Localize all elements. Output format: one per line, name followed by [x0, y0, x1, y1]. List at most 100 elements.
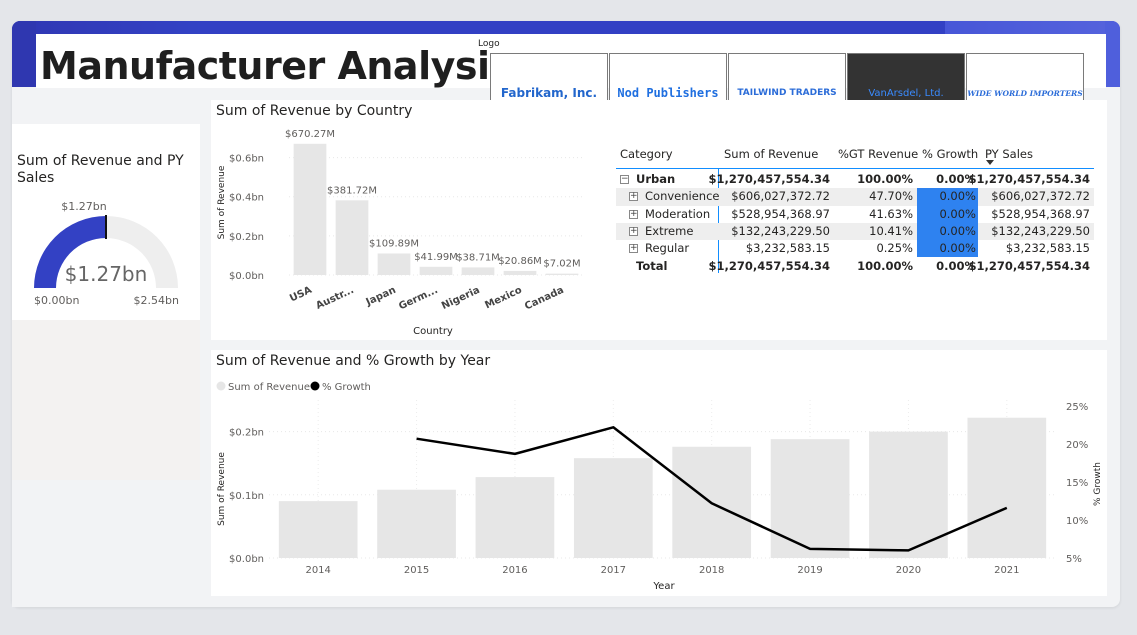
matrix-header-0[interactable]: Category [620, 147, 673, 161]
country-bar[interactable] [503, 270, 537, 275]
data-label: $7.02M [543, 259, 580, 270]
matrix-cell: 0.25% [876, 241, 913, 256]
matrix-header-1[interactable]: Sum of Revenue [724, 147, 818, 161]
legend-revenue-marker [216, 381, 226, 391]
legend-revenue-label[interactable]: Sum of Revenue [228, 382, 310, 393]
expand-icon[interactable]: + [629, 192, 638, 202]
y-tick-label: $0.0bn [229, 554, 264, 565]
country-bar[interactable] [461, 267, 495, 275]
legend-growth-marker [310, 381, 320, 391]
x-axis-title: Country [413, 326, 453, 337]
data-label: $109.89M [369, 238, 419, 249]
year-bar[interactable] [278, 501, 358, 558]
matrix-cell: 0.00% [939, 223, 976, 238]
country-bar[interactable] [293, 143, 327, 275]
header-accent-right [1105, 21, 1120, 87]
matrix-cell: $606,027,372.72 [991, 189, 1090, 204]
header-divider [616, 168, 1094, 169]
year-bar[interactable] [377, 489, 456, 558]
y-tick-label: $0.2bn [229, 232, 264, 243]
matrix-cell: $3,232,583.15 [1005, 241, 1090, 256]
year-bar[interactable] [770, 439, 850, 558]
x-tick-label: Canada [523, 285, 566, 313]
y2-axis-title: % Growth [1093, 462, 1103, 506]
matrix-cell: $606,027,372.72 [731, 189, 830, 204]
expand-icon[interactable]: + [629, 226, 638, 236]
logo-slicer-label: Logo [478, 39, 500, 49]
x-tick-label: 2020 [896, 565, 921, 576]
expand-icon[interactable]: − [620, 175, 629, 184]
matrix-total-cell: $1,270,457,554.34 [968, 258, 1091, 273]
expand-icon[interactable]: + [629, 209, 638, 219]
country-bar[interactable] [377, 253, 411, 275]
matrix-header-4[interactable]: PY Sales [985, 147, 1033, 161]
matrix-total-cell: 100.00% [857, 258, 913, 273]
y2-tick-label: 25% [1066, 402, 1088, 413]
x-tick-label: Germ... [397, 285, 439, 313]
data-label: $41.99M [414, 252, 458, 263]
gauge-target-label: $1.27bn [61, 200, 106, 213]
data-label: $38.71M [456, 252, 500, 263]
matrix-row-label: Convenience [645, 189, 720, 204]
country-bar[interactable] [335, 200, 369, 275]
x-tick-label: 2014 [305, 565, 330, 576]
gauge-title: Sum of Revenue and PY Sales [17, 153, 184, 187]
gauge-title-line1: Sum of Revenue and PY [17, 153, 184, 169]
matrix-cell: 41.63% [869, 206, 913, 221]
x-tick-label: Nigeria [440, 285, 482, 312]
x-tick-label: 2017 [601, 565, 626, 576]
country-bar[interactable] [419, 266, 453, 275]
year-combo-chart: Sum of Revenue % Growth $0.0bn $0.1bn $0.2bn… [216, 381, 1103, 592]
matrix-total-label: Total [636, 258, 668, 273]
matrix-header-3[interactable]: % Growth [922, 147, 978, 161]
logo-text: TAILWIND TRADERS [737, 88, 837, 98]
matrix-cell: 10.41% [869, 223, 913, 238]
year-chart-title: Sum of Revenue and % Growth by Year [216, 353, 491, 369]
gauge-chart: $1.27bn $1.27bn $0.00bn $2.54bn [34, 200, 179, 307]
sort-down-icon[interactable] [986, 160, 994, 165]
matrix-cell: $132,243,229.50 [731, 223, 830, 238]
logo-text: Nod Publishers [617, 86, 719, 100]
matrix-cell: $3,232,583.15 [745, 241, 830, 256]
data-label: $381.72M [327, 185, 377, 196]
x-tick-label: 2018 [699, 565, 724, 576]
x-tick-label: USA [288, 285, 314, 305]
matrix-cell: 0.00% [939, 206, 976, 221]
y-axis-title: Sum of Revenue [217, 452, 227, 526]
x-tick-label: Austr... [314, 285, 355, 312]
x-tick-label: 2019 [797, 565, 822, 576]
y-tick-label: $0.0bn [229, 271, 264, 282]
matrix-row-label: Extreme [645, 223, 694, 238]
year-bar[interactable] [475, 477, 555, 558]
matrix-cell: 0.00% [939, 241, 976, 256]
x-tick-label: Mexico [483, 285, 523, 312]
gauge-max-label: $2.54bn [134, 294, 179, 307]
matrix-cell: 47.70% [869, 189, 913, 204]
y-axis-title: Sum of Revenue [217, 165, 227, 239]
matrix-cell: $1,270,457,554.34 [708, 172, 831, 186]
page-title: Manufacturer Analysis [40, 44, 512, 88]
year-bar[interactable] [573, 458, 653, 558]
expand-icon[interactable]: + [629, 244, 638, 254]
data-label: $20.86M [498, 256, 542, 267]
y2-tick-label: 20% [1066, 440, 1088, 451]
header-accent-left [12, 21, 36, 87]
country-bar[interactable] [545, 273, 579, 275]
country-bar-chart: $0.0bn $0.2bn $0.4bn $0.6bn $670.27M USA $381.… [217, 129, 583, 337]
logo-text: Wide World Importers [967, 88, 1083, 98]
year-bar[interactable] [967, 417, 1047, 558]
y2-tick-label: 15% [1066, 478, 1088, 489]
matrix-row-label: Regular [645, 241, 690, 256]
y-tick-label: $0.4bn [229, 193, 264, 204]
legend-growth-label[interactable]: % Growth [322, 382, 371, 393]
gauge-title-line2: Sales [17, 170, 55, 186]
y2-tick-label: 10% [1066, 516, 1088, 527]
x-tick-label: Japan [364, 285, 398, 309]
matrix-cell: $528,954,368.97 [731, 206, 830, 221]
y-tick-label: $0.6bn [229, 154, 264, 165]
matrix-cell: $132,243,229.50 [991, 223, 1090, 238]
x-tick-label: 2021 [994, 565, 1019, 576]
matrix-cell: $528,954,368.97 [991, 206, 1090, 221]
matrix-visual: Category Sum of Revenue %GT Revenue % Growt… [606, 100, 1107, 340]
matrix-header-2[interactable]: %GT Revenue [838, 147, 918, 161]
